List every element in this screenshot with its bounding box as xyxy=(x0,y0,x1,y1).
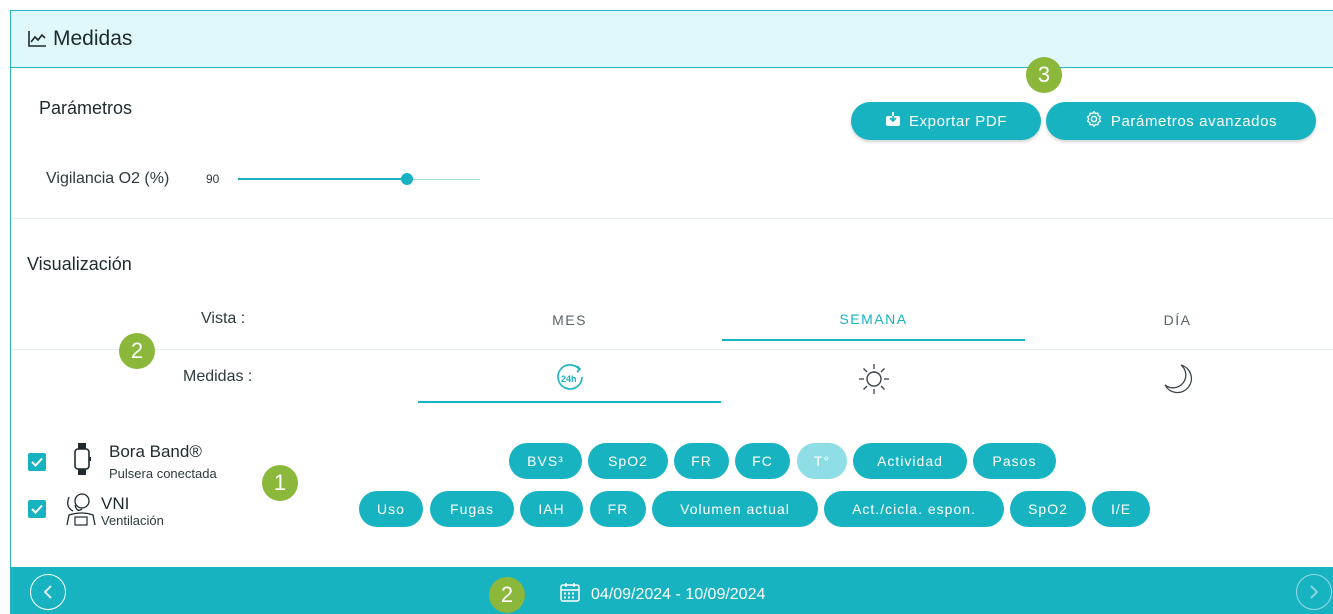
date-navigation-bar: 04/09/2024 - 10/09/2024 xyxy=(11,567,1333,614)
chip-spo2[interactable]: SpO2 xyxy=(588,443,668,479)
chip-act-cicla-espon[interactable]: Act./cicla. espon. xyxy=(824,491,1004,527)
chip-label: SpO2 xyxy=(1028,501,1068,517)
chip-fugas[interactable]: Fugas xyxy=(430,491,514,527)
bora-band-checkbox[interactable] xyxy=(28,453,46,471)
advanced-parameters-label: Parámetros avanzados xyxy=(1110,112,1278,130)
tab-mes[interactable]: MES xyxy=(418,299,721,341)
chip-fr-vni[interactable]: FR xyxy=(590,491,646,527)
chip-fc[interactable]: FC xyxy=(735,443,790,479)
date-range-text: 04/09/2024 - 10/09/2024 xyxy=(591,585,766,603)
bora-band-subtitle: Pulsera conectada xyxy=(109,466,217,481)
annotation-badge-1: 1 xyxy=(262,465,298,501)
tab-semana[interactable]: SEMANA xyxy=(722,299,1025,341)
chip-label: BVS³ xyxy=(527,453,564,469)
date-range-display[interactable]: 04/09/2024 - 10/09/2024 xyxy=(559,581,765,608)
export-pdf-label: Exportar PDF xyxy=(908,112,1008,130)
chip-bvs3[interactable]: BVS³ xyxy=(509,443,582,479)
tab-dia[interactable]: DÍA xyxy=(1026,299,1329,341)
chip-label: Pasos xyxy=(992,453,1037,469)
tab-day-sun[interactable] xyxy=(722,359,1025,403)
tab-mes-label: MES xyxy=(552,312,587,328)
tab-24h[interactable]: 24h xyxy=(418,359,721,403)
chip-label: I/E xyxy=(1110,501,1132,517)
chip-fr[interactable]: FR xyxy=(674,443,729,479)
chip-actividad[interactable]: Actividad xyxy=(853,443,967,479)
gear-icon xyxy=(1085,110,1103,132)
chip-ie[interactable]: I/E xyxy=(1092,491,1150,527)
chip-label: Volumen actual xyxy=(680,501,790,517)
o2-monitor-value: 90 xyxy=(206,172,220,186)
annotation-badge-3: 3 xyxy=(1026,57,1062,93)
chip-label: SpO2 xyxy=(608,453,648,469)
vni-checkbox[interactable] xyxy=(28,500,46,518)
sun-icon xyxy=(857,362,891,401)
vni-name: VNI xyxy=(101,494,130,513)
previous-period-button[interactable] xyxy=(30,574,66,610)
slider-thumb[interactable] xyxy=(401,173,414,185)
chip-iah[interactable]: IAH xyxy=(520,491,583,527)
chip-label: Fugas xyxy=(450,501,494,517)
watch-icon xyxy=(73,443,91,480)
slider-fill xyxy=(238,178,408,180)
24h-icon: 24h xyxy=(553,363,587,398)
bora-band-name: Bora Band® xyxy=(109,442,202,461)
tab-dia-label: DÍA xyxy=(1163,312,1192,328)
vni-subtitle: Ventilación xyxy=(101,513,164,528)
calendar-icon xyxy=(559,581,581,608)
chip-label: Actividad xyxy=(877,453,943,469)
line-chart-icon xyxy=(27,30,47,48)
medidas-panel: Medidas Parámetros 3 Exportar PDF Paráme… xyxy=(10,10,1333,614)
chip-volumen-actual[interactable]: Volumen actual xyxy=(652,491,818,527)
vista-label: Vista : xyxy=(201,310,246,327)
tab-semana-label: SEMANA xyxy=(839,311,908,327)
panel-header: Medidas xyxy=(11,11,1333,68)
visualizacion-title: Visualización xyxy=(27,254,132,274)
chip-label: Act./cicla. espon. xyxy=(852,501,976,517)
svg-text:24h: 24h xyxy=(561,374,577,384)
chip-temperature[interactable]: T° xyxy=(797,443,847,479)
o2-monitor-label: Vigilancia O2 (%) xyxy=(46,170,170,187)
chip-label: FC xyxy=(752,453,773,469)
chevron-left-icon xyxy=(43,585,52,599)
next-period-button[interactable] xyxy=(1296,574,1332,610)
chip-label: FR xyxy=(607,501,629,517)
ventilation-icon xyxy=(63,491,97,532)
chip-spo2-vni[interactable]: SpO2 xyxy=(1010,491,1086,527)
chevron-right-icon xyxy=(1310,585,1319,599)
parametros-title: Parámetros xyxy=(39,98,133,118)
chip-label: Uso xyxy=(377,501,405,517)
o2-monitor-slider[interactable] xyxy=(238,173,480,185)
panel-title: Medidas xyxy=(53,27,133,50)
section-divider xyxy=(11,218,1333,219)
chip-label: FR xyxy=(691,453,712,469)
chip-pasos[interactable]: Pasos xyxy=(973,443,1056,479)
tabs-divider xyxy=(11,349,1333,350)
export-pdf-button[interactable]: Exportar PDF xyxy=(851,102,1041,140)
tab-night-moon[interactable] xyxy=(1026,359,1329,403)
chip-uso[interactable]: Uso xyxy=(359,491,423,527)
moon-icon xyxy=(1161,362,1195,401)
annotation-badge-2: 2 xyxy=(119,333,155,369)
advanced-parameters-button[interactable]: Parámetros avanzados xyxy=(1046,102,1316,140)
chip-label: IAH xyxy=(538,501,565,517)
medidas-label: Medidas : xyxy=(183,368,253,385)
annotation-badge-2-footer: 2 xyxy=(489,577,525,613)
download-icon xyxy=(885,111,901,131)
chip-label: T° xyxy=(813,453,831,469)
